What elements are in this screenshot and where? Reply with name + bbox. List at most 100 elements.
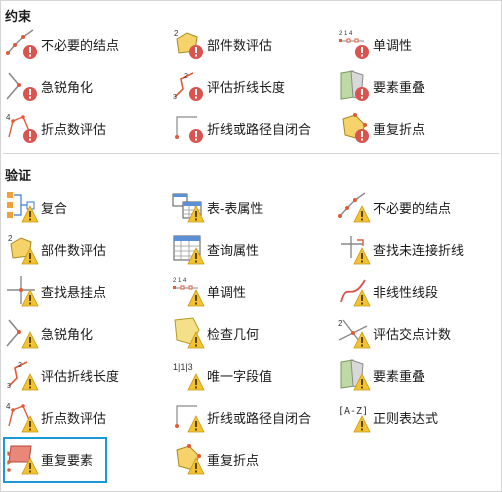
rule-item-label: 单调性 bbox=[373, 37, 413, 53]
rule-item-label: 部件数评估 bbox=[207, 37, 273, 53]
rule-item[interactable]: 检查几何 bbox=[167, 312, 333, 354]
monotonicity-icon: 2 1 4 bbox=[171, 274, 205, 308]
table-to-table-icon bbox=[171, 190, 205, 224]
rule-item-label: 要素重叠 bbox=[373, 368, 426, 384]
rule-item[interactable]: 2 1 4 单调性 bbox=[333, 23, 499, 65]
unique-field-icon: 1|1|3 bbox=[171, 358, 205, 392]
rule-gallery-panel: 约束 不必要的结点 2 部件数评估 2 1 4 单调性 急锐角化 3 2 评估折线长度 要素重叠 4… bbox=[0, 0, 502, 492]
rule-item[interactable]: 2 1 4 单调性 bbox=[167, 270, 333, 312]
rule-item-label: 不必要的结点 bbox=[41, 37, 120, 53]
rule-item[interactable]: 4 折点数评估 bbox=[1, 107, 167, 149]
rule-item-label: 单调性 bbox=[207, 284, 247, 300]
monotonicity-icon: 2 1 4 bbox=[337, 27, 371, 61]
part-count-icon: 2 bbox=[5, 232, 39, 266]
rule-item-label: 查找未连接折线 bbox=[373, 242, 465, 258]
rule-item[interactable]: 查询属性 bbox=[167, 228, 333, 270]
rule-item-label: 评估折线长度 bbox=[207, 79, 286, 95]
svg-text:2 1 4: 2 1 4 bbox=[339, 31, 353, 37]
svg-text:4: 4 bbox=[6, 113, 11, 122]
rule-item-label: 查询属性 bbox=[207, 242, 260, 258]
rule-item-label: 折点数评估 bbox=[41, 410, 107, 426]
rule-item[interactable]: 3 2 评估折线长度 bbox=[1, 354, 167, 396]
rule-item-label: 检查几何 bbox=[207, 326, 260, 342]
svg-text:1|1|3: 1|1|3 bbox=[173, 362, 193, 372]
check-geometry-icon bbox=[171, 316, 205, 350]
rule-item[interactable]: 不必要的结点 bbox=[333, 186, 499, 228]
unnecessary-vertex-icon bbox=[337, 190, 371, 224]
svg-text:2: 2 bbox=[338, 319, 343, 328]
rule-item[interactable]: 折线或路径自闭合 bbox=[167, 396, 333, 438]
rule-item-label: 唯一字段值 bbox=[207, 368, 273, 384]
svg-text:3: 3 bbox=[173, 94, 177, 101]
svg-text:4: 4 bbox=[6, 402, 11, 411]
self-closing-icon bbox=[171, 400, 205, 434]
rule-item[interactable]: 急锐角化 bbox=[1, 65, 167, 107]
regex-icon: [A-Z] bbox=[337, 400, 371, 434]
rule-item[interactable]: 不必要的结点 bbox=[1, 23, 167, 65]
composite-icon bbox=[5, 190, 39, 224]
rule-item[interactable]: 重复折点 bbox=[167, 438, 333, 480]
rule-item-label: 不必要的结点 bbox=[373, 200, 452, 216]
rule-item[interactable]: 4 折点数评估 bbox=[1, 396, 167, 438]
nonlinear-segment-icon bbox=[337, 274, 371, 308]
vertex-count-icon: 4 bbox=[5, 111, 39, 145]
rule-item[interactable]: 急锐角化 bbox=[1, 312, 167, 354]
rule-item[interactable]: 复合 bbox=[1, 186, 167, 228]
validation-grid: 复合 表-表属性 不必要的结点 2 部件数评估 查询属性 查找未连接折线查找悬挂点 2 1 4… bbox=[1, 186, 501, 480]
constraints-grid: 不必要的结点 2 部件数评估 2 1 4 单调性 急锐角化 3 2 评估折线长度 要素重叠 4 折点数… bbox=[1, 23, 501, 149]
svg-text:2: 2 bbox=[8, 234, 13, 243]
rule-item-label: 非线性线段 bbox=[373, 284, 439, 300]
rule-item-label: 评估交点计数 bbox=[373, 326, 452, 342]
selection-highlight bbox=[3, 437, 107, 483]
rule-item-label: 重复折点 bbox=[373, 121, 426, 137]
part-count-icon: 2 bbox=[171, 27, 205, 61]
svg-text:[A-Z]: [A-Z] bbox=[338, 406, 368, 417]
rule-item-label: 部件数评估 bbox=[41, 242, 107, 258]
rule-item[interactable]: 重复折点 bbox=[333, 107, 499, 149]
sharp-angle-icon bbox=[5, 316, 39, 350]
rule-item-label: 重复折点 bbox=[207, 452, 260, 468]
intersection-count-icon: 2 bbox=[337, 316, 371, 350]
rule-item-label: 折线或路径自闭合 bbox=[207, 410, 312, 426]
rule-item-label: 表-表属性 bbox=[207, 200, 264, 216]
rule-item[interactable]: 非线性线段 bbox=[333, 270, 499, 312]
rule-item-label: 急锐角化 bbox=[41, 326, 94, 342]
rule-item[interactable]: 要素重叠 bbox=[333, 354, 499, 396]
rule-item-label: 正则表达式 bbox=[373, 410, 439, 426]
rule-item[interactable]: 2 评估交点计数 bbox=[333, 312, 499, 354]
unnecessary-vertex-icon bbox=[5, 27, 39, 61]
rule-item[interactable]: 查找未连接折线 bbox=[333, 228, 499, 270]
rule-item[interactable]: 折线或路径自闭合 bbox=[167, 107, 333, 149]
self-closing-icon bbox=[171, 111, 205, 145]
rule-item[interactable]: 查找悬挂点 bbox=[1, 270, 167, 312]
svg-text:2 1 4: 2 1 4 bbox=[173, 278, 187, 284]
svg-text:2: 2 bbox=[18, 362, 22, 369]
svg-text:3: 3 bbox=[7, 383, 11, 390]
rule-item[interactable]: 要素重叠 bbox=[333, 65, 499, 107]
svg-text:2: 2 bbox=[184, 73, 188, 80]
duplicate-vertex-icon bbox=[337, 111, 371, 145]
sharp-angle-icon bbox=[5, 69, 39, 103]
rule-item[interactable]: 2 部件数评估 bbox=[1, 228, 167, 270]
section-divider bbox=[3, 153, 499, 154]
polyline-length-icon: 32 bbox=[171, 69, 205, 103]
section-header-validation: 验证 bbox=[5, 168, 32, 183]
rule-item[interactable]: 3 2 评估折线长度 bbox=[167, 65, 333, 107]
rule-item-label: 急锐角化 bbox=[41, 79, 94, 95]
rule-item[interactable]: 2 部件数评估 bbox=[167, 23, 333, 65]
duplicate-vertex-icon bbox=[171, 442, 205, 476]
rule-item-label: 要素重叠 bbox=[373, 79, 426, 95]
feature-overlap-icon bbox=[337, 69, 371, 103]
rule-item[interactable]: 表-表属性 bbox=[167, 186, 333, 228]
rule-item[interactable]: [A-Z] 正则表达式 bbox=[333, 396, 499, 438]
rule-item-label: 复合 bbox=[41, 200, 68, 216]
unconnected-line-icon bbox=[337, 232, 371, 266]
rule-item-label: 折点数评估 bbox=[41, 121, 107, 137]
polyline-length-icon: 32 bbox=[5, 358, 39, 392]
rule-item-label: 查找悬挂点 bbox=[41, 284, 107, 300]
svg-text:2: 2 bbox=[174, 29, 179, 38]
vertex-count-icon: 4 bbox=[5, 400, 39, 434]
query-attribute-icon bbox=[171, 232, 205, 266]
rule-item[interactable]: 1|1|3 唯一字段值 bbox=[167, 354, 333, 396]
rule-item-label: 折线或路径自闭合 bbox=[207, 121, 312, 137]
